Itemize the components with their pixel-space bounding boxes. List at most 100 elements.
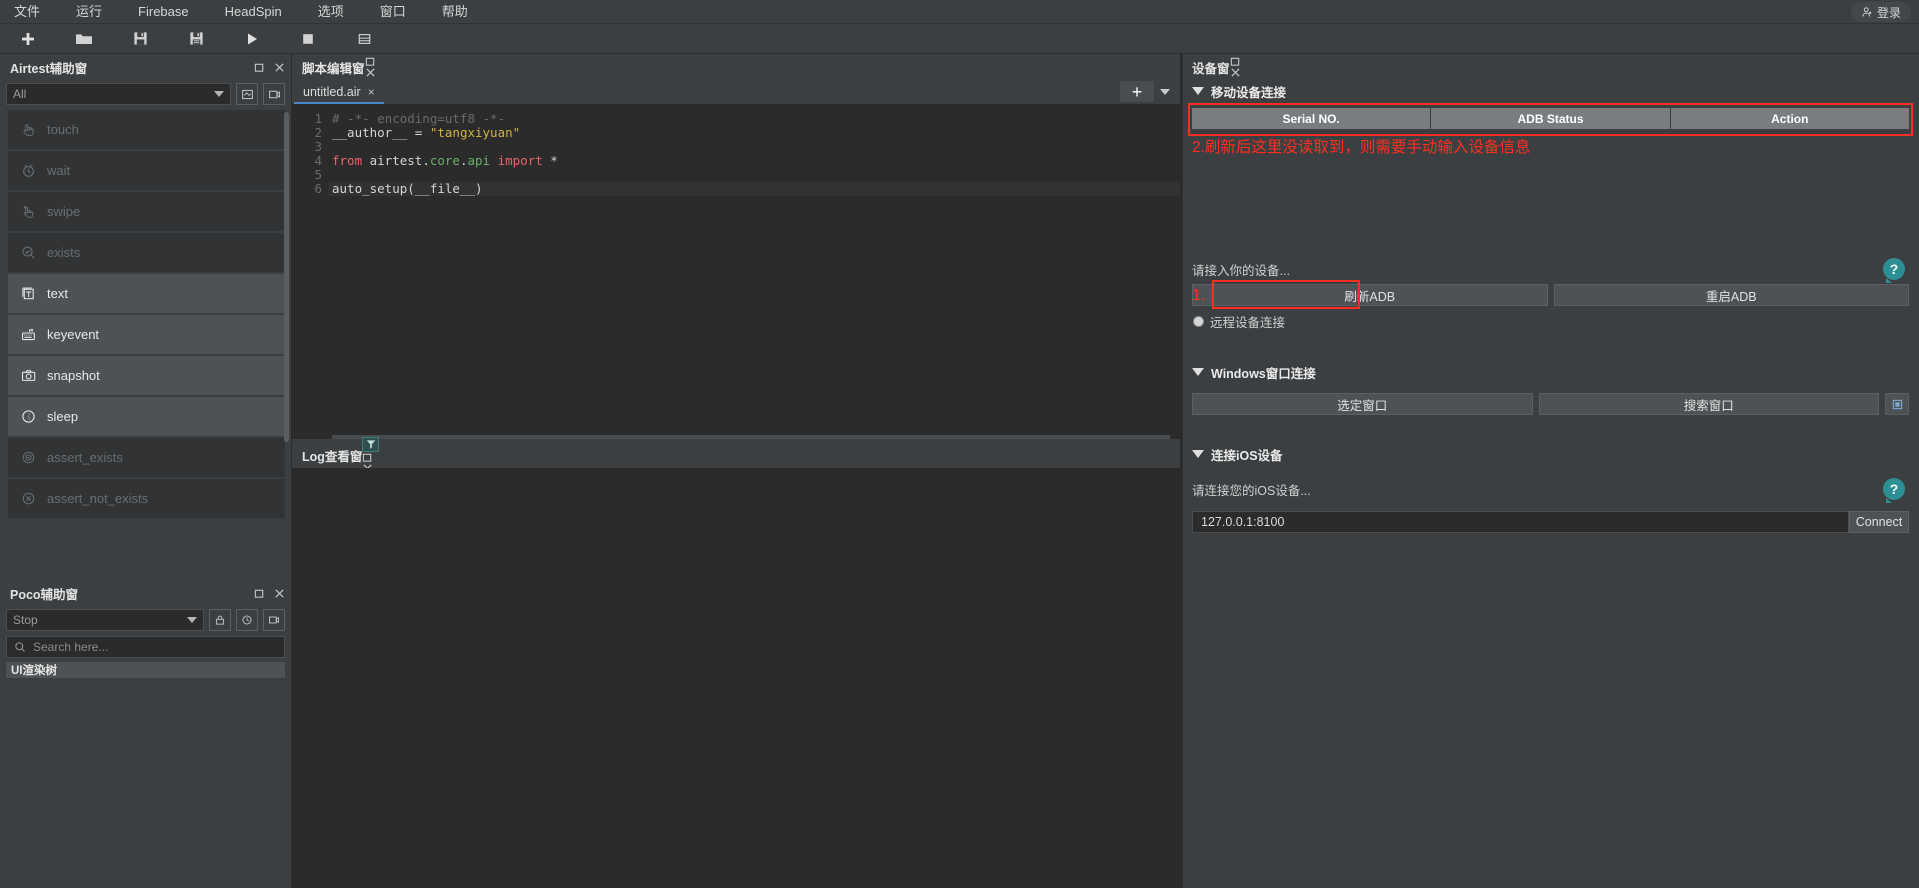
record-button[interactable] xyxy=(263,83,285,105)
command-item-wait[interactable]: wait xyxy=(8,151,285,190)
moon-icon xyxy=(20,408,37,425)
restore-icon[interactable] xyxy=(254,62,265,73)
menu-item-firebase[interactable]: Firebase xyxy=(120,0,207,24)
code-line: __author__ = "tangxiyuan" xyxy=(328,126,1180,140)
triangle-down-icon xyxy=(1192,87,1204,95)
close-icon[interactable] xyxy=(365,67,376,78)
command-item-touch[interactable]: touch xyxy=(8,110,285,149)
command-item-text[interactable]: text xyxy=(8,274,285,313)
poco-ui-tree-body[interactable] xyxy=(0,678,291,888)
script-editor-panel: 脚本编辑窗 untitled.air × + 1 2 3 4 5 6 # -*-… xyxy=(292,54,1180,439)
close-icon[interactable] xyxy=(274,588,285,599)
menu-item-run[interactable]: 运行 xyxy=(58,0,120,24)
airtest-filter-combo[interactable]: All xyxy=(6,83,231,105)
line-number: 6 xyxy=(314,181,322,196)
restore-icon[interactable] xyxy=(1230,56,1241,67)
device-panel: 设备窗 移动设备连接 Serial NO. ADB Status Action xyxy=(1182,54,1919,888)
windows-connection-heading: Windows窗口连接 xyxy=(1211,366,1316,381)
code-token: * xyxy=(542,153,558,168)
device-table-header-adb-status[interactable]: ADB Status xyxy=(1431,108,1671,129)
poco-refresh-button[interactable] xyxy=(236,609,258,631)
text-box-icon xyxy=(20,285,37,302)
command-item-sleep[interactable]: sleep xyxy=(8,397,285,436)
log-filter-button[interactable] xyxy=(362,436,380,452)
login-label: 登录 xyxy=(1876,5,1901,20)
command-label: snapshot xyxy=(47,368,100,383)
log-content-area[interactable] xyxy=(292,468,1180,888)
ios-connection-section-header[interactable]: 连接iOS设备 xyxy=(1182,443,1919,465)
save-as-button[interactable] xyxy=(168,24,224,54)
question-icon[interactable]: ? xyxy=(1883,478,1905,503)
triangle-down-icon xyxy=(1192,450,1204,458)
filter-icon xyxy=(366,440,376,449)
airtest-ide-window: 文件 运行 Firebase HeadSpin 选项 窗口 帮助 登录 Airt… xyxy=(0,0,1919,888)
login-button[interactable]: 登录 xyxy=(1850,2,1911,22)
poco-mode-combo[interactable]: Stop xyxy=(6,609,204,631)
code-text[interactable]: # -*- encoding=utf8 -*- __author__ = "tan… xyxy=(328,104,1180,439)
radio-icon[interactable] xyxy=(1194,317,1203,326)
code-token: import xyxy=(497,153,543,168)
code-horizontal-scrollbar[interactable] xyxy=(332,435,1170,439)
editor-panel-title: 脚本编辑窗 xyxy=(302,61,365,76)
code-token: from xyxy=(332,153,363,168)
run-script-button[interactable] xyxy=(224,24,280,54)
menu-item-help[interactable]: 帮助 xyxy=(424,0,486,24)
close-icon[interactable] xyxy=(274,62,285,73)
line-number: 3 xyxy=(314,139,322,154)
editor-tab-untitled[interactable]: untitled.air × xyxy=(294,81,384,104)
close-icon[interactable]: × xyxy=(368,85,375,99)
ios-connect-button[interactable]: Connect xyxy=(1849,511,1909,533)
window-extra-button[interactable] xyxy=(1885,393,1909,415)
command-item-exists[interactable]: exists xyxy=(8,233,285,272)
play-icon xyxy=(248,33,257,44)
new-script-button[interactable] xyxy=(0,24,56,54)
mobile-connection-section-header[interactable]: 移动设备连接 xyxy=(1182,80,1919,102)
device-panel-title: 设备窗 xyxy=(1192,61,1230,76)
search-window-button[interactable]: 搜索窗口 xyxy=(1538,393,1879,415)
new-tab-button[interactable]: + xyxy=(1120,81,1154,102)
device-table-header-row: Serial NO. ADB Status Action xyxy=(1192,108,1909,129)
restart-adb-button[interactable]: 重启ADB xyxy=(1553,284,1909,306)
clock-icon xyxy=(20,162,37,179)
device-table-header-serial[interactable]: Serial NO. xyxy=(1192,108,1432,129)
airtest-command-list: touch wait swipe exists text keyevent sn… xyxy=(0,108,291,580)
command-list-scrollbar[interactable] xyxy=(284,112,289,442)
remote-device-radio-row[interactable]: 远程设备连接 xyxy=(1182,306,1919,331)
poco-lock-button[interactable] xyxy=(209,609,231,631)
menu-item-options[interactable]: 选项 xyxy=(300,0,362,24)
restore-icon[interactable] xyxy=(365,56,376,67)
command-item-keyevent[interactable]: keyevent xyxy=(8,315,285,354)
command-item-assert-exists[interactable]: assert_exists xyxy=(8,438,285,477)
refresh-adb-button[interactable]: 刷新ADB xyxy=(1192,284,1548,306)
close-icon[interactable] xyxy=(1230,67,1241,78)
save-button[interactable] xyxy=(112,24,168,54)
chevron-down-icon xyxy=(1160,88,1170,95)
airtest-panel-title: Airtest辅助窗 xyxy=(10,61,88,76)
command-item-assert-not-exists[interactable]: assert_not_exists xyxy=(8,479,285,518)
menu-item-file[interactable]: 文件 xyxy=(0,0,58,24)
windows-connection-section-header[interactable]: Windows窗口连接 xyxy=(1182,361,1919,383)
view-report-button[interactable] xyxy=(336,24,392,54)
menu-item-headspin[interactable]: HeadSpin xyxy=(207,0,300,24)
select-window-button[interactable]: 选定窗口 xyxy=(1192,393,1533,415)
code-token: . xyxy=(422,153,430,168)
code-token: api xyxy=(467,153,498,168)
menu-item-window[interactable]: 窗口 xyxy=(362,0,424,24)
new-tab-dropdown-button[interactable] xyxy=(1156,81,1174,102)
device-table-header-action[interactable]: Action xyxy=(1670,108,1909,129)
command-item-swipe[interactable]: swipe xyxy=(8,192,285,231)
code-editor[interactable]: 1 2 3 4 5 6 # -*- encoding=utf8 -*- __aut… xyxy=(292,104,1180,439)
stop-script-button[interactable] xyxy=(280,24,336,54)
restore-icon[interactable] xyxy=(254,588,265,599)
line-number: 2 xyxy=(314,125,322,140)
command-item-snapshot[interactable]: snapshot xyxy=(8,356,285,395)
ios-address-input[interactable]: 127.0.0.1:8100 xyxy=(1192,511,1849,533)
command-label: touch xyxy=(47,122,79,137)
poco-search-input[interactable]: Search here... xyxy=(6,636,285,658)
screenshot-select-button[interactable] xyxy=(236,83,258,105)
restore-icon[interactable] xyxy=(362,452,373,463)
open-script-button[interactable] xyxy=(56,24,112,54)
triangle-down-icon xyxy=(1192,368,1204,376)
poco-record-button[interactable] xyxy=(263,609,285,631)
question-icon[interactable]: ? xyxy=(1883,258,1905,283)
